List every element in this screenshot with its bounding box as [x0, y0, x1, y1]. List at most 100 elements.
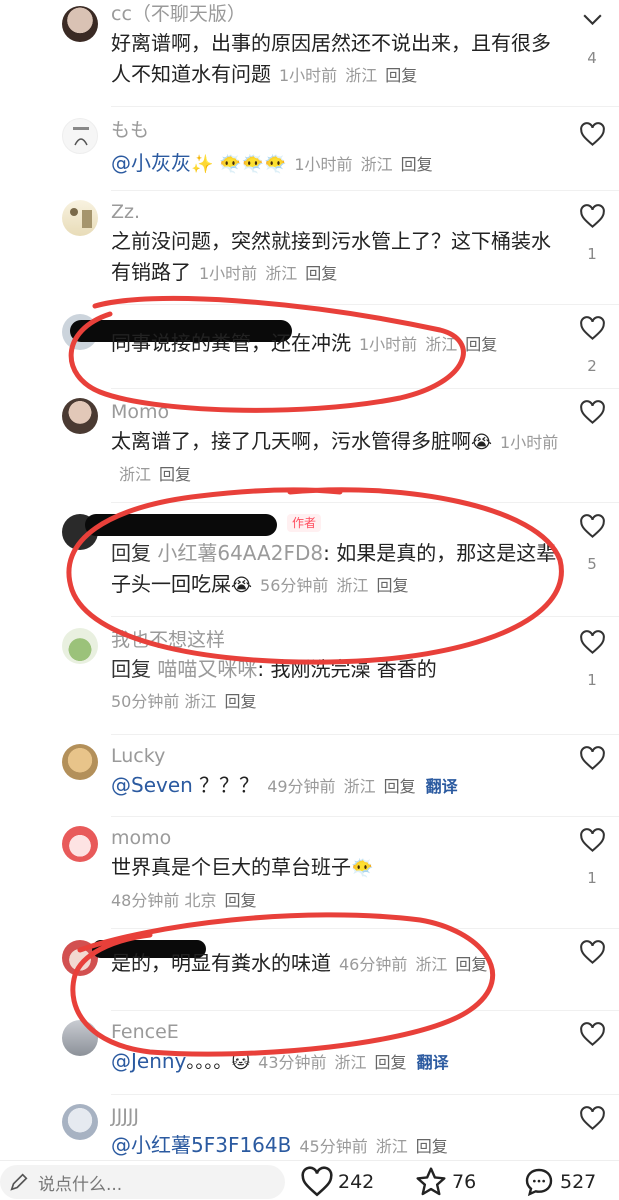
translate-button[interactable]: 翻译	[417, 1053, 449, 1072]
avatar-image	[73, 127, 89, 146]
comment-location: 浙江	[345, 66, 378, 85]
mention-link[interactable]: @小红薯5F3F164B	[111, 1133, 291, 1157]
comment-location: 浙江	[415, 955, 448, 974]
favorite-action[interactable]: 76	[414, 1165, 476, 1199]
comment-total: 527	[560, 1171, 597, 1193]
like-button[interactable]	[577, 400, 607, 441]
bottom-action-bar: 说点什么... 242 76 527	[0, 1160, 619, 1200]
comment-username[interactable]: Lucky	[111, 744, 566, 768]
like-button[interactable]: 1	[577, 204, 607, 263]
reply-button[interactable]: 回复	[224, 891, 256, 910]
like-button[interactable]	[577, 940, 607, 981]
like-count: 1	[587, 245, 597, 263]
comment-location: 浙江	[119, 465, 152, 484]
avatar-image	[70, 208, 92, 228]
comment-emojis: ✨ 😶‍🌫️😶‍🌫️😶‍🌫️	[191, 154, 287, 175]
like-button[interactable]: 1	[577, 828, 607, 887]
comment-action[interactable]: 527	[522, 1165, 596, 1199]
comment-item[interactable]: momo 世界真是个巨大的草台班子😶‍🌫️ 48分钟前 北京 回复 1	[0, 822, 619, 928]
comment-username[interactable]: もも	[111, 118, 566, 142]
like-action[interactable]: 242	[300, 1165, 374, 1199]
reply-button[interactable]: 回复	[305, 264, 337, 283]
like-button[interactable]	[577, 1106, 607, 1147]
comment-item[interactable]: Momo 太离谱了，接了几天啊，污水管得多脏啊😭 1小时前浙江 回复	[0, 394, 619, 504]
divider	[111, 734, 619, 735]
avatar[interactable]	[62, 1104, 98, 1140]
mention-link[interactable]: @Jenny	[111, 1049, 186, 1073]
like-count: 2	[587, 357, 597, 375]
comment-username[interactable]: momo	[111, 826, 566, 850]
reply-button[interactable]: 回复	[455, 955, 487, 974]
comment-username[interactable]: Momo	[111, 400, 566, 424]
divider	[111, 106, 619, 107]
divider	[111, 816, 619, 817]
avatar[interactable]	[62, 628, 98, 664]
comment-item[interactable]: Lucky @Seven ？？？ 49分钟前 浙江 回复 翻译	[0, 740, 619, 816]
comment-emojis: 😶‍🌫️	[351, 858, 374, 879]
avatar[interactable]	[62, 744, 98, 780]
avatar[interactable]	[62, 118, 98, 154]
comment-item[interactable]: 作者 回复 小红薯64AA2FD8: 如果是真的，那这是这辈子头一回吃屎😭 56分…	[0, 508, 619, 618]
comment-time: 1小时前	[500, 433, 559, 452]
comment-text: ？？？	[192, 773, 260, 797]
favorite-total: 76	[452, 1171, 477, 1193]
comment-input-placeholder: 说点什么...	[38, 1174, 123, 1195]
comment-username[interactable]: 我也不想这样	[111, 628, 566, 652]
avatar[interactable]	[62, 200, 98, 236]
reply-button[interactable]: 回复	[384, 777, 416, 796]
comment-location: 浙江	[343, 777, 376, 796]
avatar[interactable]	[62, 398, 98, 434]
mention-link[interactable]: @Seven	[111, 773, 193, 797]
avatar[interactable]	[62, 826, 98, 862]
heart-icon	[579, 1106, 605, 1130]
comment-username[interactable]: JJJJJ	[111, 1104, 566, 1128]
reply-button[interactable]: 回复	[375, 1053, 407, 1072]
comment-username[interactable]: Zz.	[111, 200, 566, 224]
comment-item[interactable]: Zz. 之前没问题，突然就接到污水管上了？这下桶装水有销路了 1小时前 浙江 回复 1	[0, 192, 619, 302]
comment-time: 1小时前	[294, 155, 353, 174]
comment-item[interactable]: cc（不聊天版） 好离谱啊，出事的原因居然还不说出来，且有很多人不知道水有问题 1…	[0, 0, 619, 106]
like-button[interactable]	[577, 122, 607, 163]
comment-location: 北京	[184, 891, 217, 910]
comment-item[interactable]: 同事说接的粪管，还在冲洗 1小时前 浙江 回复 2	[0, 310, 619, 384]
chat-bubble-icon	[525, 1168, 553, 1197]
quoted-username[interactable]: 小红薯64AA2FD8	[157, 541, 323, 565]
avatar[interactable]	[62, 1020, 98, 1056]
like-button[interactable]: 4	[577, 8, 607, 67]
like-button[interactable]	[577, 1022, 607, 1063]
heart-icon	[579, 514, 605, 538]
like-button[interactable]: 2	[577, 316, 607, 375]
comment-item[interactable]: FenceE @Jenny。。。。🐱 43分钟前 浙江 回复 翻译	[0, 1016, 619, 1094]
comment-location: 浙江	[425, 335, 458, 354]
reply-button[interactable]: 回复	[376, 576, 408, 595]
reply-button[interactable]: 回复	[159, 465, 191, 484]
reply-button[interactable]: 回复	[465, 335, 497, 354]
reply-button[interactable]: 回复	[401, 155, 433, 174]
comment-username[interactable]: cc（不聊天版）	[111, 2, 566, 26]
reply-button[interactable]: 回复	[224, 692, 256, 711]
like-button[interactable]	[577, 746, 607, 787]
comment-item[interactable]: もも @小灰灰✨ 😶‍🌫️😶‍🌫️😶‍🌫️ 1小时前 浙江 回复	[0, 110, 619, 190]
comment-time: 50分钟前	[111, 692, 180, 711]
like-button[interactable]: 5	[577, 514, 607, 573]
comment-item[interactable]: 是的，明显有粪水的味道 46分钟前 浙江 回复	[0, 934, 619, 1010]
comment-input[interactable]: 说点什么...	[0, 1165, 285, 1199]
comment-item[interactable]: 我也不想这样 回复 喵喵又咪咪: 我刚洗完澡 香香的 50分钟前 浙江 回复 1	[0, 624, 619, 732]
reply-button[interactable]: 回复	[416, 1137, 448, 1156]
avatar[interactable]	[62, 6, 98, 42]
comment-time: 56分钟前	[260, 576, 329, 595]
comment-username[interactable]: FenceE	[111, 1020, 566, 1044]
comment-text: 同事说接的粪管，还在冲洗	[111, 331, 351, 355]
divider	[111, 502, 619, 503]
quoted-username[interactable]: 喵喵又咪咪	[157, 657, 257, 681]
like-button[interactable]: 1	[577, 630, 607, 689]
comment-time: 49分钟前	[267, 777, 336, 796]
comment-location: 浙江	[336, 576, 369, 595]
mention-link[interactable]: @小灰灰	[111, 151, 191, 175]
divider	[111, 388, 619, 389]
translate-button[interactable]: 翻译	[426, 777, 458, 796]
comment-location: 浙江	[334, 1053, 367, 1072]
reply-button[interactable]: 回复	[385, 66, 417, 85]
heart-icon	[579, 630, 605, 654]
comment-item[interactable]: JJJJJ @小红薯5F3F164B 45分钟前 浙江 回复	[0, 1100, 619, 1160]
